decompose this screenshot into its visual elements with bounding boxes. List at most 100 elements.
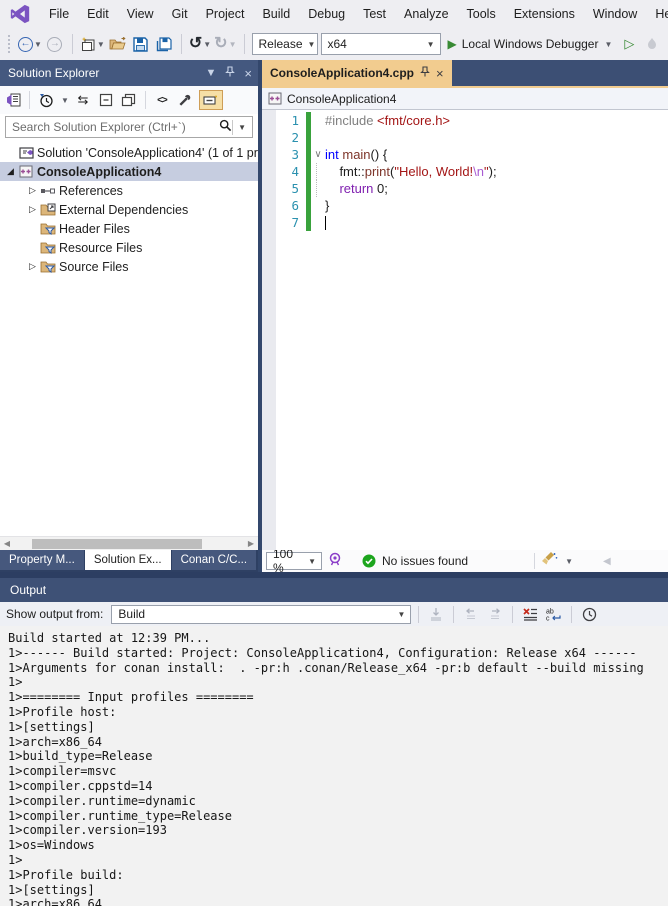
document-tab[interactable]: ConsoleApplication4.cpp × [262,60,452,86]
folderFilter-icon [39,260,57,273]
timestamp-clock-icon[interactable] [579,604,599,624]
breakpoint-margin[interactable] [262,110,276,550]
menu-view[interactable]: View [118,0,163,28]
code-line-3[interactable]: 3 ∨ int main() { [276,146,668,163]
output-log[interactable]: Build started at 12:39 PM... 1>------ Bui… [0,626,668,906]
menu-analyze[interactable]: Analyze [395,0,457,28]
search-options-arrow[interactable]: ▼ [232,119,248,135]
zoom-dropdown[interactable]: 100 % ▼ [266,547,322,575]
open-folder-button[interactable] [108,32,128,56]
menu-debug[interactable]: Debug [299,0,354,28]
tab-scroll-left-icon: ◀ [602,555,611,567]
platform-dropdown[interactable]: x64 ▼ [320,33,441,55]
scrollbar-thumb[interactable] [32,539,202,549]
fold-margin [311,129,325,146]
check-circle-icon [362,554,376,568]
output-panel: Output Show output from: Build ▼ ab c Bui… [0,578,668,906]
tree-item-header-files[interactable]: Header Files [0,219,258,238]
scroll-left-arrow[interactable]: ◀ [0,539,14,548]
code-line-5[interactable]: 5 return 0; [276,180,668,197]
pending-changes-filter-icon[interactable] [37,90,55,110]
code-line-4[interactable]: 4 fmt::print("Hello, World!\n"); [276,163,668,180]
code-cleanup-dropdown-arrow[interactable]: ▼ [565,557,573,566]
show-all-files-icon[interactable] [120,90,138,110]
search-input[interactable]: Search Solution Explorer (Ctrl+`) ▼ [5,116,253,138]
start-debugging-button[interactable]: ▶ Local Windows Debugger ▼ [444,37,617,51]
line-number: 1 [291,113,299,128]
switch-views-icon[interactable] [4,90,22,110]
issues-status[interactable]: No issues found [362,554,468,568]
toolwindow-tab-conan-c-c-[interactable]: Conan C/C... [171,550,257,570]
new-project-button[interactable]: ▼ [80,32,105,56]
menu-file[interactable]: File [40,0,78,28]
close-icon[interactable]: × [244,66,252,81]
code-line-6[interactable]: 6} [276,197,668,214]
window-position-menu-icon[interactable]: ▼ [206,67,217,79]
collapsed-arrow-icon[interactable]: ▷ [26,261,39,272]
menu-extensions[interactable]: Extensions [505,0,584,28]
properties-wrench-icon[interactable] [176,90,194,110]
menu-build[interactable]: Build [253,0,299,28]
expanded-arrow-icon[interactable]: ◢ [4,166,17,177]
collapsed-arrow-icon[interactable]: ▷ [26,185,39,196]
save-button[interactable] [131,32,151,56]
search-icon[interactable] [219,119,232,135]
output-titlebar[interactable]: Output [0,578,668,602]
folderFilter-icon [39,241,57,254]
menu-git[interactable]: Git [163,0,197,28]
menu-edit[interactable]: Edit [78,0,118,28]
toolwindow-tab-property-m-[interactable]: Property M... [0,550,84,570]
clear-all-icon[interactable] [520,604,540,624]
menu-help[interactable]: Help [646,0,668,28]
pin-tab-icon[interactable] [420,66,430,80]
menu-window[interactable]: Window [584,0,646,28]
output-source-value: Build [118,607,146,621]
tree-item-external-dependencies[interactable]: ▷ External Dependencies [0,200,258,219]
close-tab-icon[interactable]: × [436,66,444,81]
code-line-2[interactable]: 2 [276,129,668,146]
tree-item-consoleapplication4[interactable]: ◢ ConsoleApplication4 [0,162,258,181]
navigate-forward-button[interactable]: → [45,32,65,56]
line-number: 2 [291,130,299,145]
tree-item-resource-files[interactable]: Resource Files [0,238,258,257]
save-all-button[interactable] [154,32,174,56]
start-without-debugging-button[interactable]: ▷ [619,32,639,56]
menu-tools[interactable]: Tools [458,0,505,28]
output-line: 1>Arguments for conan install: . -pr:h .… [8,660,644,675]
toolwindow-tab-solution-ex-[interactable]: Solution Ex... [84,550,171,570]
pin-icon[interactable] [225,66,236,80]
undo-button[interactable]: ↺ ▼ [189,32,211,56]
collapse-all-icon[interactable] [97,90,115,110]
toolbar-grip[interactable] [7,34,12,54]
redo-button[interactable]: ↻ ▼ [214,32,236,56]
fold-collapse-icon[interactable]: ∨ [311,146,325,163]
output-source-dropdown[interactable]: Build ▼ [111,604,412,624]
navigate-back-button[interactable]: ← ▼ [18,32,42,56]
scroll-right-arrow[interactable]: ▶ [244,539,258,548]
tree-item-source-files[interactable]: ▷ Source Files [0,257,258,276]
view-code-icon[interactable]: <> [153,90,171,110]
horizontal-scrollbar[interactable]: ◀ ▶ [0,536,258,550]
tree-item-solution-consoleapplication4-1[interactable]: Solution 'ConsoleApplication4' (1 of 1 p… [0,143,258,162]
code-line-1[interactable]: 1 #include <fmt/core.h> [276,112,668,129]
configuration-dropdown[interactable]: Release ▼ [251,33,318,55]
intellisense-indicator-icon[interactable] [328,552,342,571]
solution-explorer-titlebar[interactable]: Solution Explorer ▼ × [0,60,258,86]
menu-project[interactable]: Project [197,0,254,28]
tree-item-references[interactable]: ▷ References [0,181,258,200]
filter-dropdown-arrow[interactable]: ▼ [61,96,69,105]
collapsed-arrow-icon[interactable]: ▷ [26,204,39,215]
output-line: 1>os=Windows [8,838,95,853]
code-editor[interactable]: 1 #include <fmt/core.h> 2 3 ∨ int main() {4 f… [262,110,668,550]
menu-test[interactable]: Test [354,0,395,28]
sync-with-active-document-icon[interactable]: ⇆ [74,90,92,110]
preview-selected-items-toggle[interactable] [198,90,223,110]
next-message-icon [485,604,505,624]
solution-tree: Solution 'ConsoleApplication4' (1 of 1 p… [0,140,258,536]
tool-window-tabs: Property M... Solution Ex... Conan C/C... [0,550,258,572]
code-cleanup-icon[interactable] [541,551,558,571]
code-line-7[interactable]: 7 [276,214,668,231]
hot-reload-button[interactable] [642,32,662,56]
navigation-bar[interactable]: ConsoleApplication4 [262,88,668,110]
word-wrap-icon[interactable]: ab c [544,604,564,624]
